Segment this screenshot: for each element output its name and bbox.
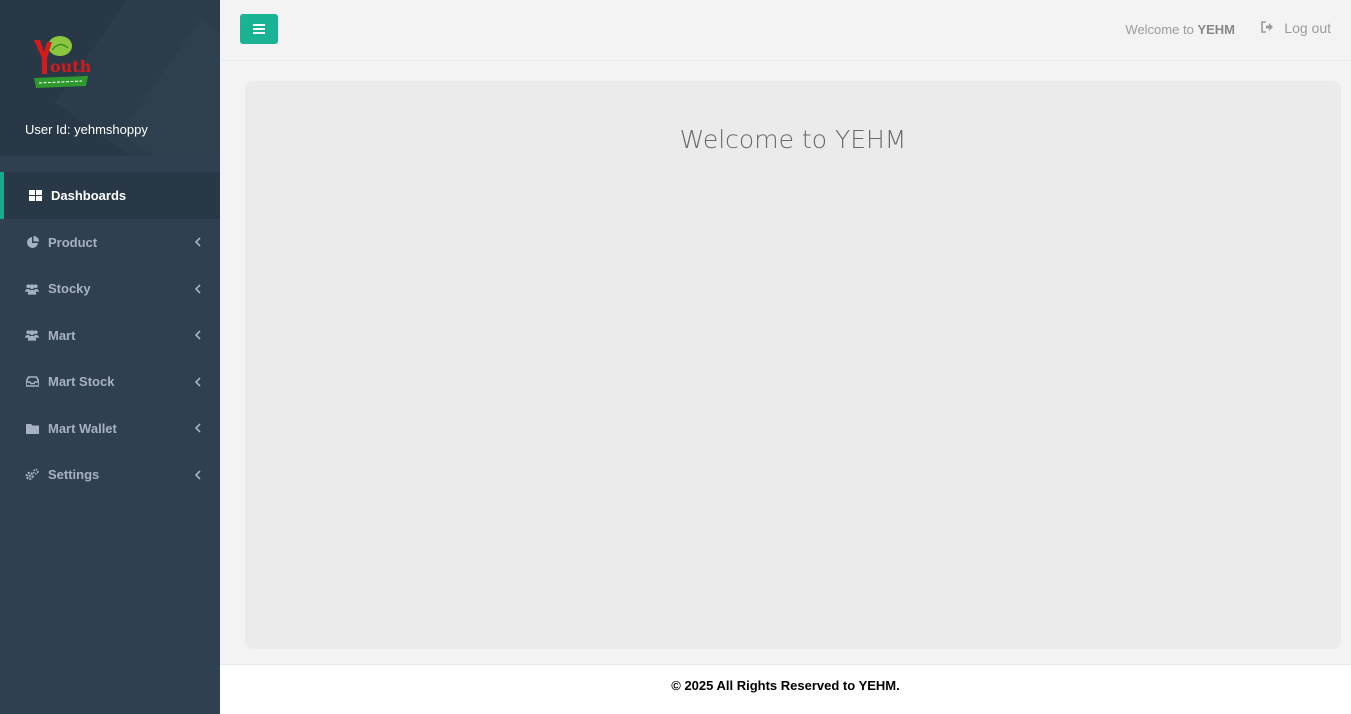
sidebar-item-label: Stocky bbox=[48, 281, 91, 297]
logout-link[interactable]: Log out bbox=[1261, 20, 1331, 36]
inbox-icon bbox=[25, 375, 39, 389]
sidebar-item-settings[interactable]: Settings bbox=[0, 452, 220, 499]
sidebar-item-label: Settings bbox=[48, 467, 100, 483]
welcome-brand: YEHM bbox=[1197, 22, 1235, 37]
hamburger-icon bbox=[253, 24, 265, 34]
sidebar-item-dashboards[interactable]: Dashboards bbox=[0, 172, 220, 219]
page-title: Welcome to YEHM bbox=[679, 125, 907, 154]
sidebar-header: outh User Id: yehmshoppy bbox=[0, 0, 220, 156]
logout-label: Log out bbox=[1284, 20, 1331, 36]
sign-out-icon bbox=[1261, 21, 1275, 35]
pie-chart-icon bbox=[25, 235, 39, 249]
sidebar-item-label: Mart Stock bbox=[48, 374, 115, 390]
chevron-left-icon bbox=[194, 423, 201, 433]
users-icon bbox=[25, 328, 39, 342]
cogs-icon bbox=[25, 468, 39, 482]
sidebar: outh User Id: yehmshoppy Dashboards Prod… bbox=[0, 0, 220, 714]
chevron-left-icon bbox=[194, 330, 201, 340]
chevron-left-icon bbox=[194, 237, 201, 247]
chevron-left-icon bbox=[194, 377, 201, 387]
sidebar-item-label: Mart Wallet bbox=[48, 420, 117, 436]
user-id-label: User Id: yehmshoppy bbox=[25, 122, 148, 137]
th-large-icon bbox=[28, 189, 42, 203]
chevron-left-icon bbox=[194, 470, 201, 480]
sidebar-item-mart-wallet[interactable]: Mart Wallet bbox=[0, 405, 220, 452]
youth-logo[interactable]: outh bbox=[30, 32, 90, 92]
sidebar-item-label: Product bbox=[48, 234, 98, 250]
sidebar-nav: Dashboards Product Stocky Mart Mart Stoc… bbox=[0, 172, 220, 498]
sidebar-item-stocky[interactable]: Stocky bbox=[0, 266, 220, 313]
menu-toggle-button[interactable] bbox=[240, 14, 278, 44]
welcome-prefix: Welcome to bbox=[1125, 22, 1194, 37]
sidebar-item-mart-stock[interactable]: Mart Stock bbox=[0, 359, 220, 406]
chevron-left-icon bbox=[194, 284, 201, 294]
main-content-panel: Welcome to YEHM bbox=[245, 81, 1341, 649]
sidebar-item-label: Mart bbox=[48, 327, 76, 343]
sidebar-item-product[interactable]: Product bbox=[0, 219, 220, 266]
copyright-text: © 2025 All Rights Reserved to YEHM. bbox=[671, 678, 900, 693]
users-icon bbox=[25, 282, 39, 296]
sidebar-item-mart[interactable]: Mart bbox=[0, 312, 220, 359]
sidebar-item-label: Dashboards bbox=[51, 188, 127, 203]
footer: © 2025 All Rights Reserved to YEHM. bbox=[220, 664, 1351, 714]
welcome-message: Welcome to YEHM bbox=[1125, 22, 1235, 37]
top-navbar: Welcome to YEHM Log out bbox=[220, 0, 1351, 61]
svg-text:outh: outh bbox=[50, 57, 90, 76]
folder-icon bbox=[25, 421, 39, 435]
